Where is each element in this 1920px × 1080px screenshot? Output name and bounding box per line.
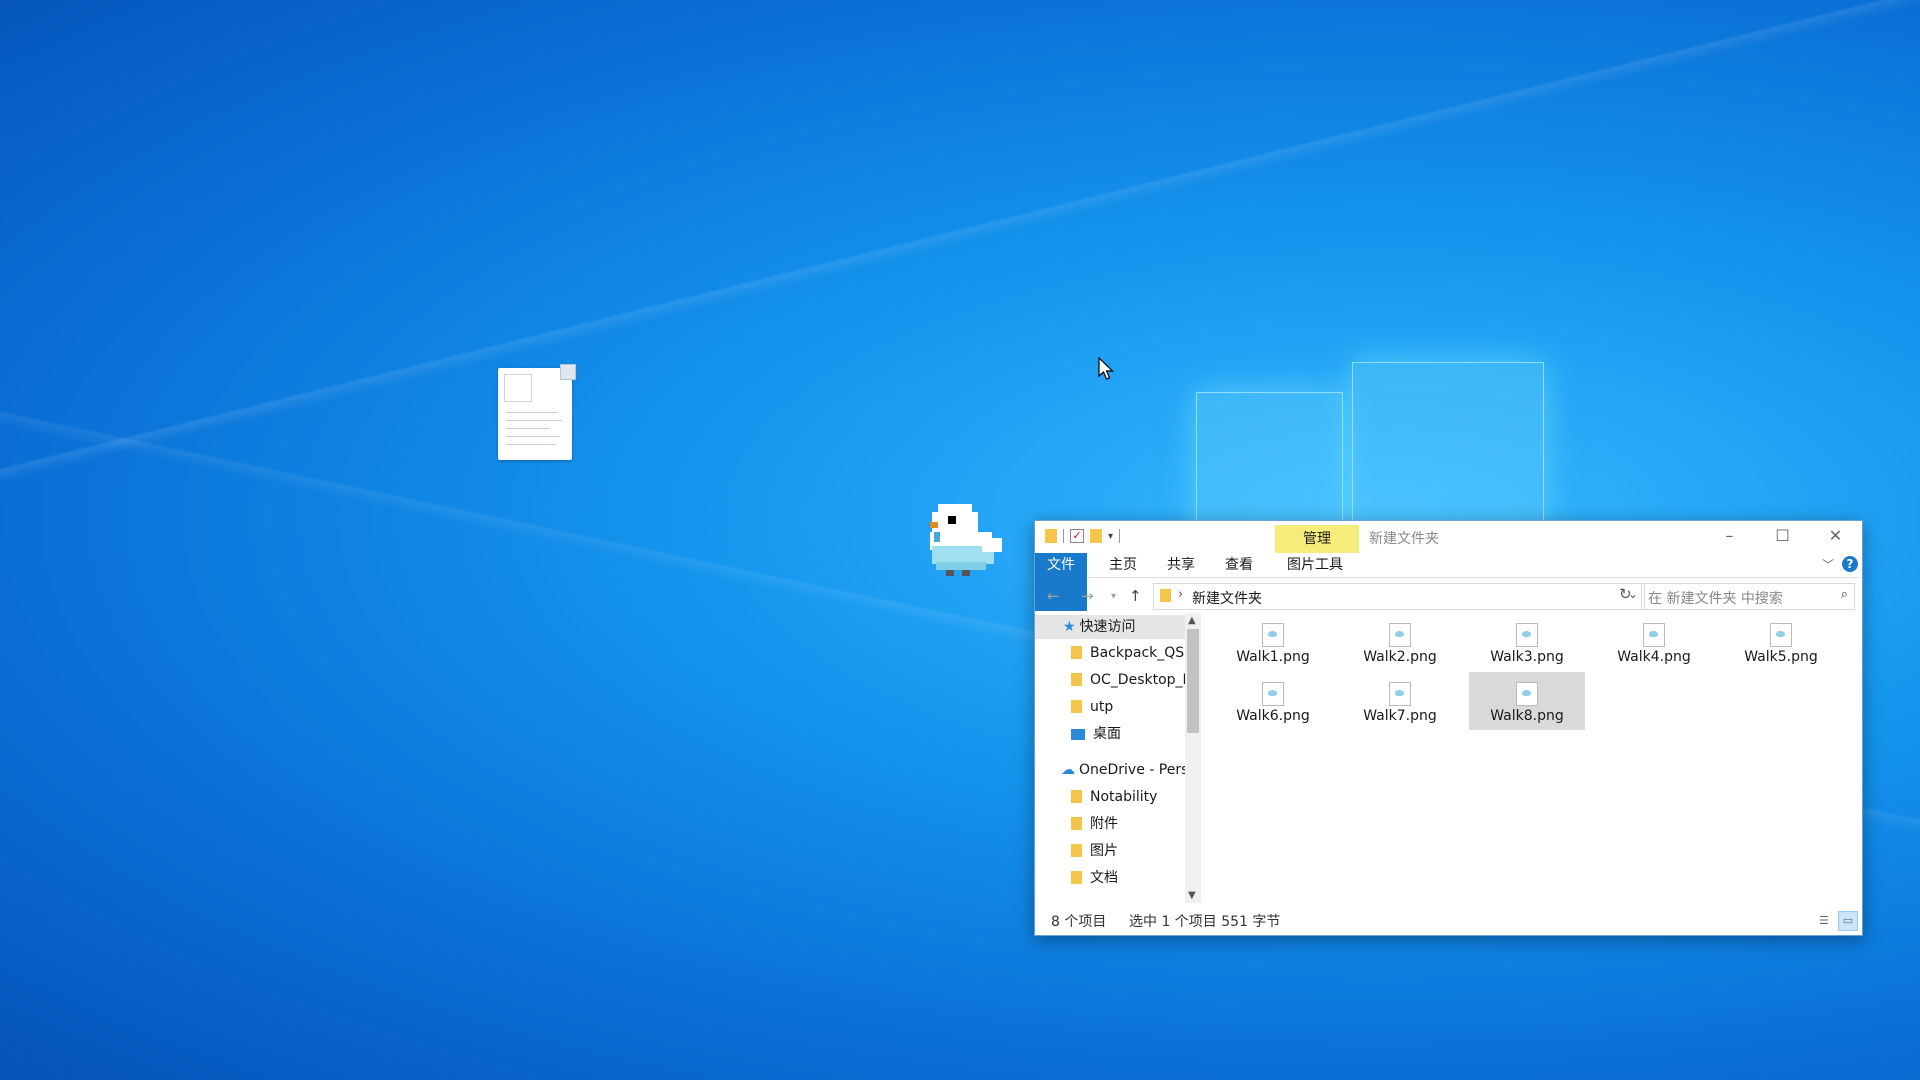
navigation-pane: ★ 快速访问 Backpack_QSC OC_Desktop_N utp 桌面 ☁… [1035,613,1185,903]
folder-icon [1160,589,1171,602]
file-explorer-window[interactable]: ✓ ▾ 管理 新建文件夹 – ☐ ✕ 文件 主页 共享 查看 图片工具 ﹀ ? … [1034,520,1863,936]
folder-icon [1071,673,1082,686]
desktop-icon [1071,729,1085,740]
nav-item-onedrive[interactable]: ☁ OneDrive - Pers [1061,758,1185,782]
close-button[interactable]: ✕ [1809,521,1862,553]
refresh-icon[interactable]: ↻ [1619,585,1632,603]
png-file-icon [1770,623,1792,647]
nav-item-folder[interactable]: 附件 [1071,812,1118,836]
folder-icon [1071,700,1082,713]
file-item[interactable]: Walk6.png [1215,672,1331,730]
search-box[interactable]: 在 新建文件夹 中搜索 ⌕ [1641,583,1855,610]
properties-icon[interactable]: ✓ [1070,529,1084,543]
manage-context-tab[interactable]: 管理 [1275,525,1359,553]
png-file-icon [1262,623,1284,647]
minimize-button[interactable]: – [1703,521,1756,553]
nav-item-quick-access[interactable]: ★ 快速访问 [1035,615,1185,639]
title-bar[interactable]: ✓ ▾ 管理 新建文件夹 – ☐ ✕ [1035,521,1862,553]
folder-icon [1071,871,1082,884]
scroll-up-icon[interactable]: ▲ [1188,615,1196,626]
expand-ribbon-icon[interactable]: ﹀ [1822,556,1834,573]
windows-logo-wallpaper [1196,362,1546,554]
file-item[interactable]: Walk2.png [1342,613,1458,671]
star-icon: ★ [1063,619,1076,635]
tab-share[interactable]: 共享 [1155,553,1207,577]
nav-item-desktop[interactable]: 桌面 [1071,722,1121,746]
nav-scrollbar[interactable]: ▲ ▼ [1185,613,1201,903]
tab-home[interactable]: 主页 [1097,553,1149,577]
folder-icon [1045,529,1057,543]
png-file-icon [1516,623,1538,647]
address-path[interactable]: 新建文件夹 [1192,588,1262,608]
folder-icon [1071,817,1082,830]
nav-item-folder[interactable]: Notability [1071,785,1157,809]
folder-icon [1071,790,1082,803]
png-file-icon [1389,623,1411,647]
nav-item-folder[interactable]: 文档 [1071,866,1118,890]
forward-arrow-icon[interactable]: → [1081,587,1094,605]
file-item[interactable]: Walk7.png [1342,672,1458,730]
file-item[interactable]: Walk1.png [1215,613,1331,671]
large-icons-view-icon[interactable]: ▭ [1838,911,1858,931]
content-area: ★ 快速访问 Backpack_QSC OC_Desktop_N utp 桌面 ☁… [1035,613,1862,903]
search-icon[interactable]: ⌕ [1841,587,1848,602]
recent-locations-icon[interactable]: ▾ [1111,591,1116,602]
item-count: 8 个项目 [1051,914,1107,930]
search-placeholder[interactable]: 在 新建文件夹 中搜索 [1648,588,1783,608]
address-bar[interactable]: › 新建文件夹 ⌄ [1153,583,1645,610]
details-view-icon[interactable]: ☰ [1814,911,1834,931]
quick-access-toolbar: ✓ ▾ [1045,529,1121,543]
desktop-note-icon[interactable] [498,364,576,460]
help-icon[interactable]: ? [1842,556,1858,572]
customize-toolbar-icon[interactable]: ▾ [1108,531,1113,542]
cloud-icon: ☁ [1061,762,1075,778]
address-row: ← → ▾ ↑ › 新建文件夹 ⌄ ↻ 在 新建文件夹 中搜索 ⌕ [1035,578,1862,614]
up-arrow-icon[interactable]: ↑ [1129,587,1142,605]
window-title: 新建文件夹 [1369,531,1439,547]
nav-item-folder[interactable]: Backpack_QSC [1071,641,1185,665]
png-file-icon [1516,682,1538,706]
maximize-button[interactable]: ☐ [1756,521,1809,553]
mouse-cursor-icon [1098,357,1114,380]
folder-icon [1071,646,1082,659]
status-bar: 8 个项目 选中 1 个项目 551 字节 ☰ ▭ [1035,905,1862,935]
png-file-icon [1389,682,1411,706]
chevron-right-icon[interactable]: › [1178,587,1183,602]
scroll-down-icon[interactable]: ▼ [1188,890,1196,901]
scrollbar-thumb[interactable] [1187,629,1199,733]
folder-icon [1071,844,1082,857]
file-item[interactable]: Walk4.png [1596,613,1712,671]
tab-picture-tools[interactable]: 图片工具 [1275,553,1355,577]
back-arrow-icon[interactable]: ← [1047,587,1060,605]
new-folder-icon[interactable] [1090,529,1102,543]
selection-info: 选中 1 个项目 551 字节 [1129,914,1281,930]
nav-item-folder[interactable]: OC_Desktop_N [1071,668,1185,692]
tab-view[interactable]: 查看 [1213,553,1265,577]
file-item-selected[interactable]: Walk8.png [1469,672,1585,730]
png-file-icon [1643,623,1665,647]
ribbon-tabs: 文件 主页 共享 查看 图片工具 ﹀ ? [1035,553,1862,611]
nav-item-folder[interactable]: utp [1071,695,1113,719]
png-file-icon [1262,682,1284,706]
desktop-pet-bird-icon[interactable] [922,498,1006,582]
file-item[interactable]: Walk5.png [1723,613,1839,671]
file-item[interactable]: Walk3.png [1469,613,1585,671]
nav-item-folder[interactable]: 图片 [1071,839,1118,863]
